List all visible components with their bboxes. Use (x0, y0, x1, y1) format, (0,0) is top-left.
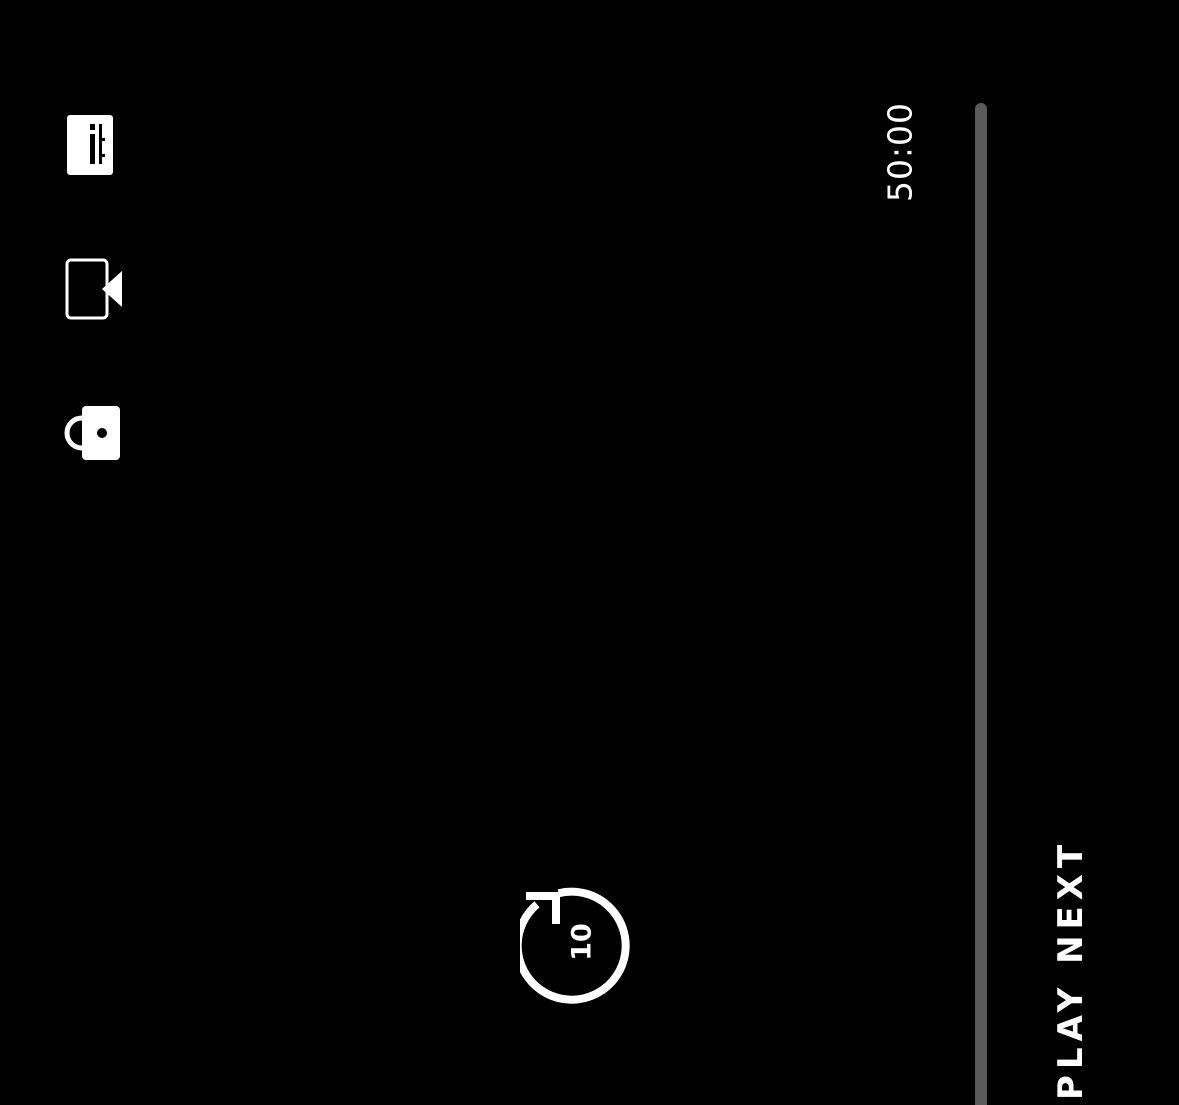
episodes-icon[interactable] (62, 255, 126, 323)
play-next-button[interactable]: PLAY NEXT (1051, 839, 1091, 1100)
rewind-seconds-label: 10 (566, 923, 598, 961)
time-remaining: 50:00 (880, 101, 920, 203)
progress-track[interactable] (975, 103, 987, 1105)
subtitles-icon[interactable] (64, 112, 116, 178)
lock-icon[interactable] (58, 402, 124, 464)
rewind-10-button[interactable]: 10 (520, 880, 644, 1004)
